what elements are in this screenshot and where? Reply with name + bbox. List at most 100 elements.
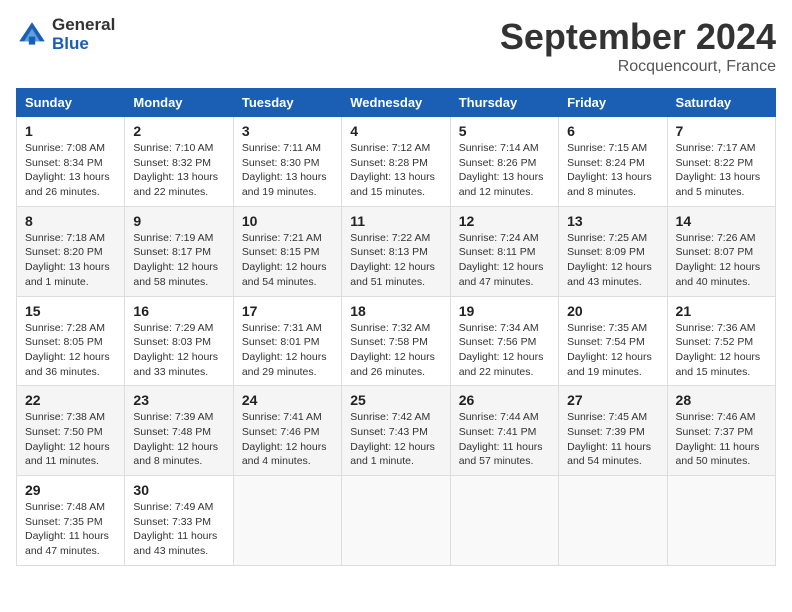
day-cell: 10 Sunrise: 7:21 AM Sunset: 8:15 PM Dayli…: [233, 206, 341, 296]
day-cell: [667, 476, 775, 566]
day-cell: 21 Sunrise: 7:36 AM Sunset: 7:52 PM Dayli…: [667, 296, 775, 386]
page-header: General Blue September 2024 Rocquencourt…: [16, 16, 776, 76]
day-detail: Sunrise: 7:24 AM Sunset: 8:11 PM Dayligh…: [459, 231, 550, 290]
day-cell: 3 Sunrise: 7:11 AM Sunset: 8:30 PM Daylig…: [233, 117, 341, 207]
location: Rocquencourt, France: [500, 58, 776, 76]
day-cell: 23Sunrise: 7:39 AM Sunset: 7:48 PM Dayli…: [125, 386, 233, 476]
day-cell: 29 Sunrise: 7:48 AM Sunset: 7:35 PM Dayli…: [17, 476, 125, 566]
day-detail: Sunrise: 7:32 AM Sunset: 7:58 PM Dayligh…: [350, 321, 441, 380]
day-cell: 15Sunrise: 7:28 AM Sunset: 8:05 PM Dayli…: [17, 296, 125, 386]
day-number: 8: [25, 213, 116, 229]
week-row-4: 22 Sunrise: 7:38 AM Sunset: 7:50 PM Dayli…: [17, 386, 776, 476]
day-cell: 13 Sunrise: 7:25 AM Sunset: 8:09 PM Dayli…: [559, 206, 667, 296]
day-cell: [559, 476, 667, 566]
day-number: 4: [350, 123, 441, 139]
day-detail: Sunrise: 7:28 AM Sunset: 8:05 PM Dayligh…: [25, 321, 116, 380]
day-number: 2: [133, 123, 224, 139]
day-detail: Sunrise: 7:22 AM Sunset: 8:13 PM Dayligh…: [350, 231, 441, 290]
day-number: 19: [459, 303, 550, 319]
day-detail: Sunrise: 7:12 AM Sunset: 8:28 PM Dayligh…: [350, 141, 441, 200]
day-number: 1: [25, 123, 116, 139]
logo-icon: [16, 19, 48, 51]
weekday-header-monday: Monday: [125, 89, 233, 117]
day-detail: Sunrise: 7:41 AM Sunset: 7:46 PM Dayligh…: [242, 410, 333, 469]
day-cell: 11 Sunrise: 7:22 AM Sunset: 8:13 PM Dayli…: [342, 206, 450, 296]
calendar-table: SundayMondayTuesdayWednesdayThursdayFrid…: [16, 88, 776, 566]
day-number: 18: [350, 303, 441, 319]
day-cell: 7Sunrise: 7:17 AM Sunset: 8:22 PM Daylig…: [667, 117, 775, 207]
day-cell: 25 Sunrise: 7:42 AM Sunset: 7:43 PM Dayli…: [342, 386, 450, 476]
weekday-header-row: SundayMondayTuesdayWednesdayThursdayFrid…: [17, 89, 776, 117]
day-number: 10: [242, 213, 333, 229]
day-detail: Sunrise: 7:34 AM Sunset: 7:56 PM Dayligh…: [459, 321, 550, 380]
day-number: 29: [25, 482, 116, 498]
day-cell: 20Sunrise: 7:35 AM Sunset: 7:54 PM Dayli…: [559, 296, 667, 386]
week-row-1: 1 Sunrise: 7:08 AM Sunset: 8:34 PM Daylig…: [17, 117, 776, 207]
day-detail: Sunrise: 7:25 AM Sunset: 8:09 PM Dayligh…: [567, 231, 658, 290]
weekday-header-saturday: Saturday: [667, 89, 775, 117]
day-number: 25: [350, 392, 441, 408]
day-number: 28: [676, 392, 767, 408]
day-detail: Sunrise: 7:44 AM Sunset: 7:41 PM Dayligh…: [459, 410, 550, 469]
day-number: 21: [676, 303, 767, 319]
day-number: 11: [350, 213, 441, 229]
day-detail: Sunrise: 7:15 AM Sunset: 8:24 PM Dayligh…: [567, 141, 658, 200]
week-row-5: 29 Sunrise: 7:48 AM Sunset: 7:35 PM Dayli…: [17, 476, 776, 566]
day-detail: Sunrise: 7:45 AM Sunset: 7:39 PM Dayligh…: [567, 410, 658, 469]
day-cell: 30 Sunrise: 7:49 AM Sunset: 7:33 PM Dayli…: [125, 476, 233, 566]
day-detail: Sunrise: 7:11 AM Sunset: 8:30 PM Dayligh…: [242, 141, 333, 200]
day-detail: Sunrise: 7:39 AM Sunset: 7:48 PM Dayligh…: [133, 410, 224, 469]
day-cell: 17Sunrise: 7:31 AM Sunset: 8:01 PM Dayli…: [233, 296, 341, 386]
day-cell: [342, 476, 450, 566]
day-number: 13: [567, 213, 658, 229]
day-detail: Sunrise: 7:36 AM Sunset: 7:52 PM Dayligh…: [676, 321, 767, 380]
day-detail: Sunrise: 7:08 AM Sunset: 8:34 PM Dayligh…: [25, 141, 116, 200]
month-title: September 2024: [500, 16, 776, 58]
logo: General Blue: [16, 16, 115, 53]
day-number: 14: [676, 213, 767, 229]
day-detail: Sunrise: 7:21 AM Sunset: 8:15 PM Dayligh…: [242, 231, 333, 290]
day-cell: 28 Sunrise: 7:46 AM Sunset: 7:37 PM Dayli…: [667, 386, 775, 476]
day-number: 17: [242, 303, 333, 319]
day-cell: 9Sunrise: 7:19 AM Sunset: 8:17 PM Daylig…: [125, 206, 233, 296]
day-detail: Sunrise: 7:49 AM Sunset: 7:33 PM Dayligh…: [133, 500, 224, 559]
day-detail: Sunrise: 7:46 AM Sunset: 7:37 PM Dayligh…: [676, 410, 767, 469]
weekday-header-tuesday: Tuesday: [233, 89, 341, 117]
day-cell: 5 Sunrise: 7:14 AM Sunset: 8:26 PM Daylig…: [450, 117, 558, 207]
week-row-2: 8 Sunrise: 7:18 AM Sunset: 8:20 PM Daylig…: [17, 206, 776, 296]
day-cell: 1 Sunrise: 7:08 AM Sunset: 8:34 PM Daylig…: [17, 117, 125, 207]
logo-blue: Blue: [52, 35, 115, 54]
day-detail: Sunrise: 7:14 AM Sunset: 8:26 PM Dayligh…: [459, 141, 550, 200]
logo-general: General: [52, 16, 115, 35]
day-cell: 22 Sunrise: 7:38 AM Sunset: 7:50 PM Dayli…: [17, 386, 125, 476]
day-number: 27: [567, 392, 658, 408]
day-number: 3: [242, 123, 333, 139]
day-cell: 26Sunrise: 7:44 AM Sunset: 7:41 PM Dayli…: [450, 386, 558, 476]
day-number: 22: [25, 392, 116, 408]
day-number: 12: [459, 213, 550, 229]
day-cell: 27 Sunrise: 7:45 AM Sunset: 7:39 PM Dayli…: [559, 386, 667, 476]
day-detail: Sunrise: 7:48 AM Sunset: 7:35 PM Dayligh…: [25, 500, 116, 559]
day-cell: 12 Sunrise: 7:24 AM Sunset: 8:11 PM Dayli…: [450, 206, 558, 296]
day-detail: Sunrise: 7:29 AM Sunset: 8:03 PM Dayligh…: [133, 321, 224, 380]
day-cell: 6Sunrise: 7:15 AM Sunset: 8:24 PM Daylig…: [559, 117, 667, 207]
day-cell: 8 Sunrise: 7:18 AM Sunset: 8:20 PM Daylig…: [17, 206, 125, 296]
day-number: 24: [242, 392, 333, 408]
day-cell: 14Sunrise: 7:26 AM Sunset: 8:07 PM Dayli…: [667, 206, 775, 296]
day-detail: Sunrise: 7:38 AM Sunset: 7:50 PM Dayligh…: [25, 410, 116, 469]
week-row-3: 15Sunrise: 7:28 AM Sunset: 8:05 PM Dayli…: [17, 296, 776, 386]
day-number: 5: [459, 123, 550, 139]
day-detail: Sunrise: 7:17 AM Sunset: 8:22 PM Dayligh…: [676, 141, 767, 200]
day-cell: 4 Sunrise: 7:12 AM Sunset: 8:28 PM Daylig…: [342, 117, 450, 207]
logo-text: General Blue: [52, 16, 115, 53]
day-number: 30: [133, 482, 224, 498]
day-cell: 19 Sunrise: 7:34 AM Sunset: 7:56 PM Dayli…: [450, 296, 558, 386]
day-cell: 16 Sunrise: 7:29 AM Sunset: 8:03 PM Dayli…: [125, 296, 233, 386]
day-detail: Sunrise: 7:19 AM Sunset: 8:17 PM Dayligh…: [133, 231, 224, 290]
weekday-header-thursday: Thursday: [450, 89, 558, 117]
day-cell: 18 Sunrise: 7:32 AM Sunset: 7:58 PM Dayli…: [342, 296, 450, 386]
title-section: September 2024 Rocquencourt, France: [500, 16, 776, 76]
day-detail: Sunrise: 7:18 AM Sunset: 8:20 PM Dayligh…: [25, 231, 116, 290]
day-detail: Sunrise: 7:42 AM Sunset: 7:43 PM Dayligh…: [350, 410, 441, 469]
day-number: 16: [133, 303, 224, 319]
